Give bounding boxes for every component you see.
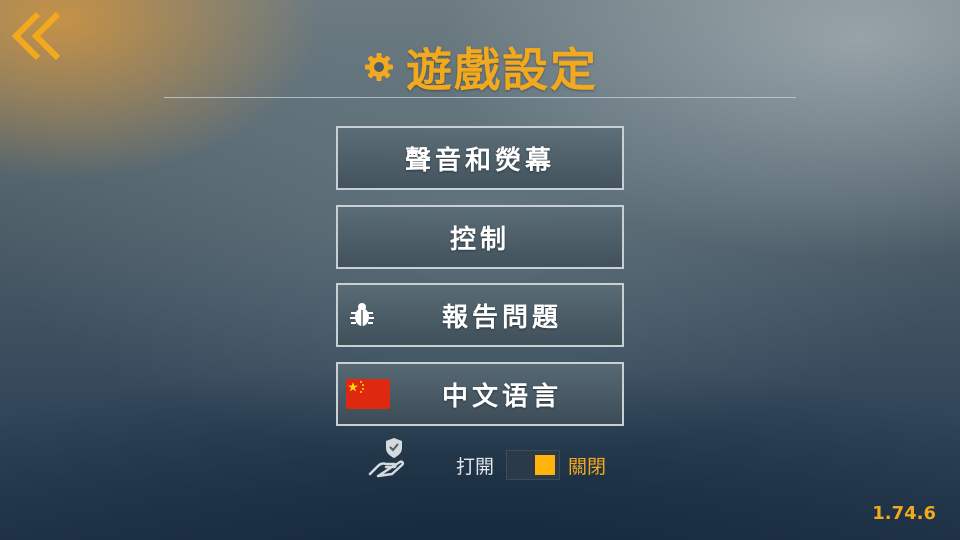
version-label: 1.74.6 [872,503,936,524]
privacy-toggle-row: 打開 關閉 [360,436,620,486]
sound-display-label: 聲音和熒幕 [404,145,555,176]
sound-display-button[interactable]: 聲音和熒幕 [336,126,624,190]
toggle-off-label: 關閉 [568,456,607,478]
gear-icon [365,53,393,81]
page-title: 遊戲設定 [406,43,598,97]
controls-button[interactable]: 控制 [336,205,624,269]
shield-hand-icon [368,438,405,478]
bug-icon [350,303,374,326]
report-issue-button[interactable]: 報告問題 [336,283,624,347]
page-header: 遊戲設定 [0,34,960,100]
china-flag-icon [346,379,390,409]
language-button[interactable]: 中文语言 [336,362,624,426]
privacy-toggle[interactable] [506,450,560,480]
toggle-on-label: 打開 [456,456,495,478]
report-issue-label: 報告問題 [441,302,562,333]
language-label: 中文语言 [441,381,562,412]
header-divider [164,97,796,98]
toggle-knob [535,455,555,475]
controls-label: 控制 [449,224,510,255]
